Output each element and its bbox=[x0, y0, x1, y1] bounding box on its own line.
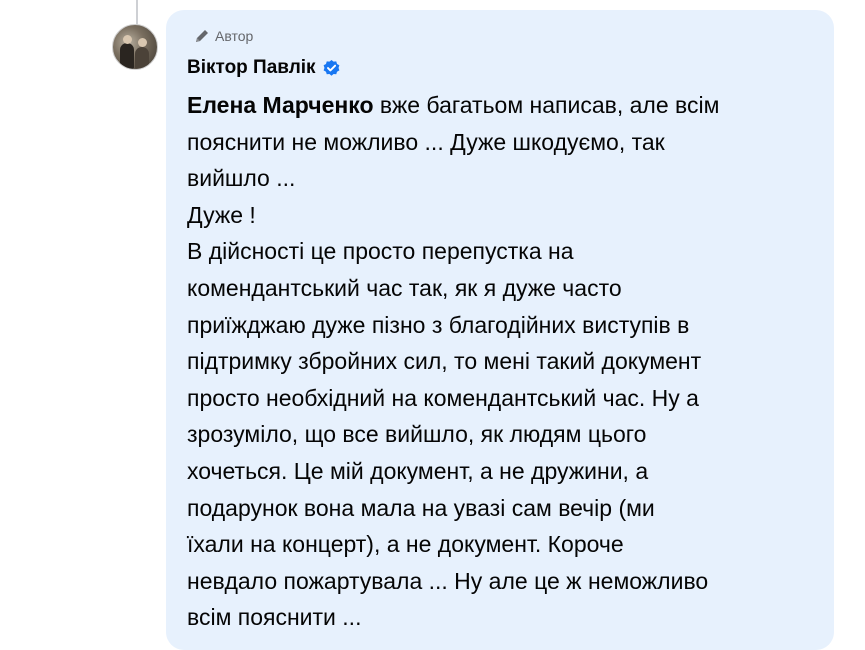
comment-line: приїжджаю дуже пізно з благодійних висту… bbox=[187, 311, 690, 338]
avatar-head-left bbox=[123, 35, 132, 44]
comment-line: просто необхідний на комендантський час.… bbox=[187, 384, 699, 411]
comment-line: подарунок вона мала на увазі сам вечір (… bbox=[187, 494, 655, 521]
comment-text: Елена Марченко вже багатьом написав, але… bbox=[187, 87, 827, 636]
avatar[interactable] bbox=[112, 24, 158, 70]
author-badge-label: Автор bbox=[215, 28, 254, 44]
avatar-figure-right bbox=[135, 47, 149, 69]
comment-line: зрозуміло, що все вийшло, як людям цього bbox=[187, 421, 647, 448]
comment-line: невдало пожартувала ... Ну але це ж немо… bbox=[187, 567, 709, 594]
avatar-figure-left bbox=[120, 43, 134, 69]
comment-line: вийшло ... bbox=[187, 165, 296, 192]
comment-line: Елена Марченко вже багатьом написав, але… bbox=[187, 87, 827, 124]
comment-line: Дуже ! bbox=[187, 201, 256, 228]
comment-line: пояснити не можливо ... Дуже шкодуємо, т… bbox=[187, 128, 665, 155]
author-name-link[interactable]: Віктор Павлік bbox=[187, 57, 316, 79]
mention-link[interactable]: Елена Марченко bbox=[187, 92, 374, 118]
comment-line: хочеться. Це мій документ, а не дружини,… bbox=[187, 457, 649, 484]
comment-line-text: вже багатьом написав, але всім bbox=[373, 92, 720, 118]
comment-line: їхали на концерт), а не документ. Короче bbox=[187, 531, 624, 558]
pencil-icon bbox=[194, 28, 210, 44]
avatar-head-right bbox=[138, 38, 147, 47]
verified-badge-icon bbox=[322, 59, 341, 78]
author-badge: Автор bbox=[194, 28, 253, 44]
author-row: Віктор Павлік bbox=[187, 57, 341, 79]
comment-line: всім пояснити ... bbox=[187, 604, 362, 631]
comment-line: комендантський час так, як я дуже часто bbox=[187, 274, 622, 301]
comment-line: В дійсності це просто перепустка на bbox=[187, 238, 574, 265]
comment-line: підтримку збройних сил, то мені такий до… bbox=[187, 348, 702, 375]
